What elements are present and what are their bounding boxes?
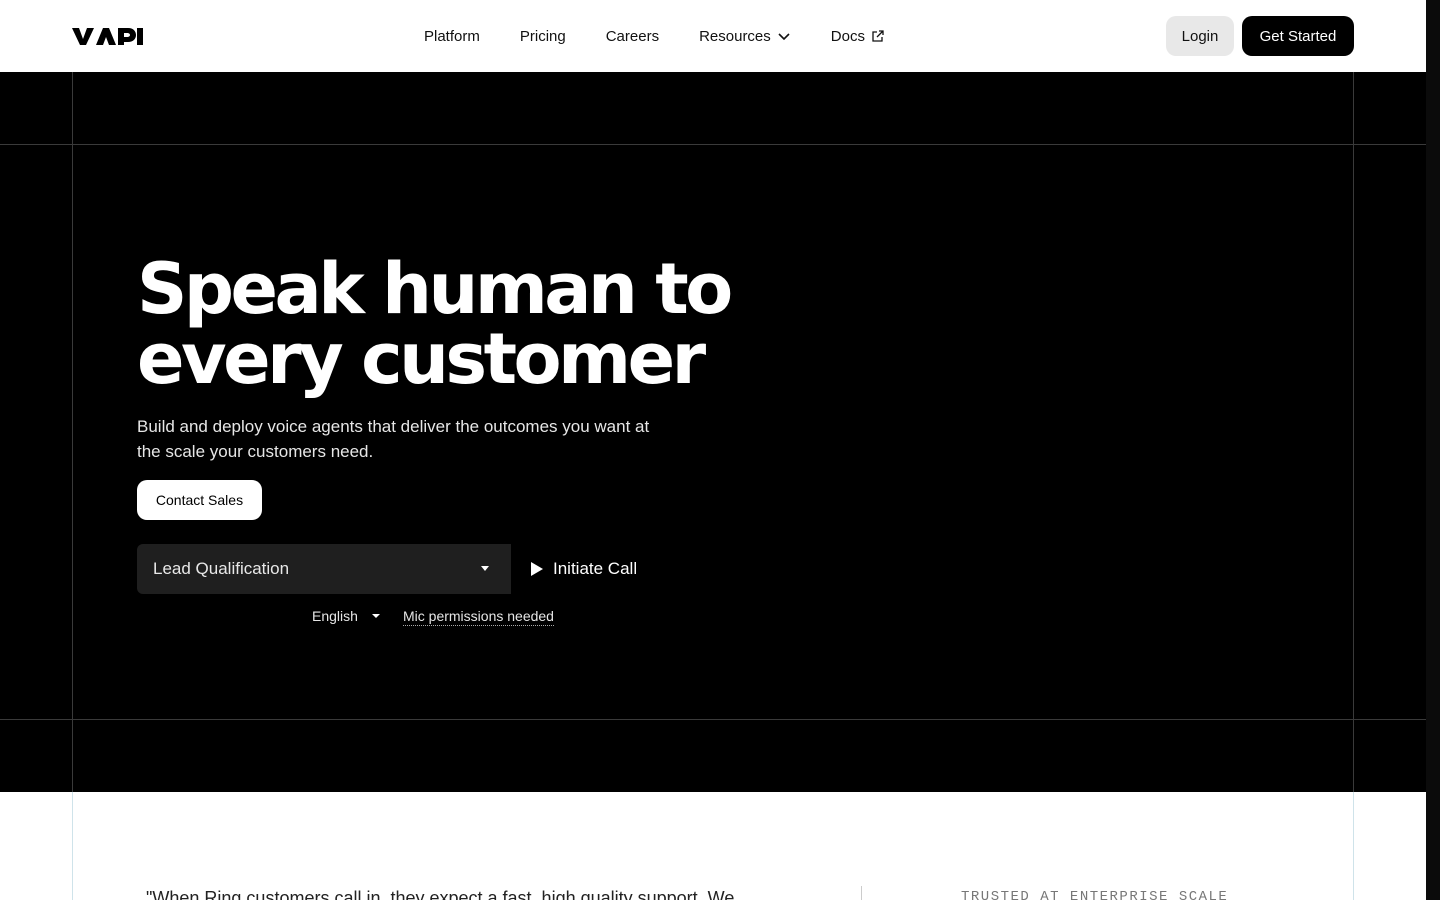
testimonial-section: "When Ring customers call in, they expec… bbox=[0, 792, 1426, 900]
grid-line bbox=[72, 792, 73, 900]
nav-careers[interactable]: Careers bbox=[606, 28, 659, 45]
hero-headline: Speak human to every customer bbox=[137, 248, 733, 400]
vapi-logo[interactable] bbox=[72, 24, 144, 48]
hero-section: Speak human to every customer Build and … bbox=[0, 72, 1426, 792]
divider bbox=[861, 886, 862, 900]
contact-sales-button[interactable]: Contact Sales bbox=[137, 480, 262, 520]
nav-platform-label: Platform bbox=[424, 27, 480, 45]
testimonial-quote: "When Ring customers call in, they expec… bbox=[146, 888, 735, 900]
grid-line bbox=[0, 719, 1426, 720]
caret-down-icon bbox=[371, 614, 380, 618]
external-link-icon bbox=[872, 30, 884, 42]
chevron-down-icon bbox=[778, 33, 790, 41]
initiate-call-label: Initiate Call bbox=[553, 559, 638, 578]
nav-resources[interactable]: Resources bbox=[699, 28, 791, 45]
mic-permissions-link[interactable]: Mic permissions needed bbox=[403, 608, 554, 626]
language-select-value: English bbox=[312, 608, 358, 624]
nav-platform[interactable]: Platform bbox=[424, 28, 480, 45]
get-started-button[interactable]: Get Started bbox=[1242, 16, 1354, 56]
grid-line bbox=[1353, 72, 1354, 792]
use-case-select[interactable]: Lead Qualification bbox=[137, 544, 511, 594]
nav-resources-label: Resources bbox=[699, 27, 771, 45]
top-nav-bar: Platform Pricing Careers Resources Docs … bbox=[0, 0, 1426, 72]
nav-docs[interactable]: Docs bbox=[831, 28, 885, 45]
nav-pricing[interactable]: Pricing bbox=[520, 28, 566, 45]
grid-line bbox=[1353, 792, 1354, 900]
play-icon bbox=[531, 562, 543, 576]
nav-pricing-label: Pricing bbox=[519, 27, 566, 45]
grid-line bbox=[0, 144, 1426, 145]
language-select[interactable]: English bbox=[312, 608, 380, 624]
login-button[interactable]: Login bbox=[1166, 16, 1234, 56]
grid-line bbox=[72, 72, 73, 792]
scrollbar[interactable] bbox=[1426, 0, 1440, 900]
nav-careers-label: Careers bbox=[605, 27, 660, 45]
trusted-label: TRUSTED AT ENTERPRISE SCALE bbox=[961, 889, 1229, 900]
caret-down-icon bbox=[481, 566, 489, 571]
use-case-select-value: Lead Qualification bbox=[153, 559, 290, 578]
initiate-call-button[interactable]: Initiate Call bbox=[528, 544, 637, 594]
hero-subtext: Build and deploy voice agents that deliv… bbox=[137, 417, 650, 461]
nav-docs-label: Docs bbox=[830, 27, 865, 45]
main-nav: Platform Pricing Careers Resources Docs bbox=[424, 0, 885, 72]
